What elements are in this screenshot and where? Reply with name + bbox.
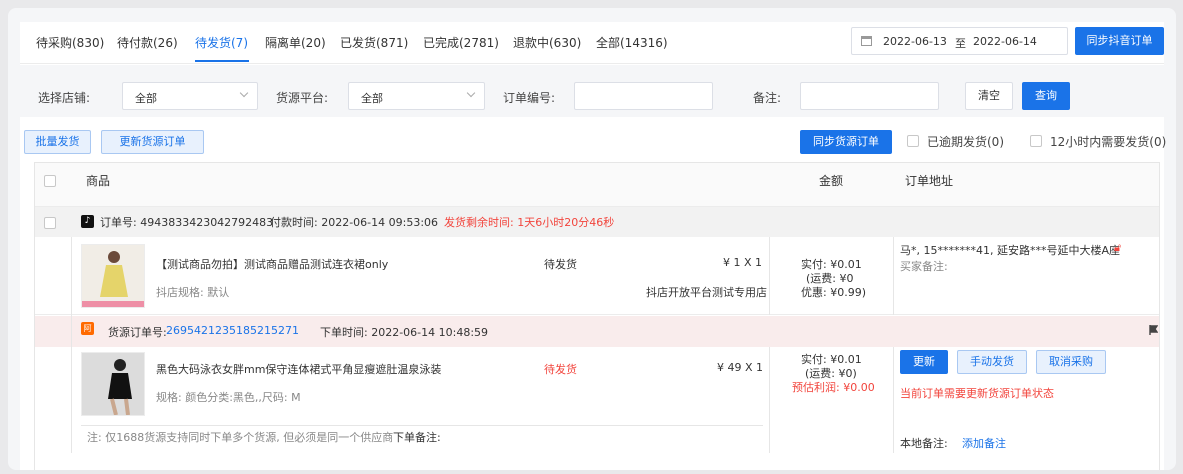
column-divider <box>769 347 770 453</box>
source-order-number[interactable]: 2695421235185215271 <box>166 324 299 337</box>
product-title[interactable]: 【测试商品勿拍】测试商品赠品测试连衣裙only <box>156 256 388 272</box>
product-spec: 抖店规格: 默认 <box>156 286 230 299</box>
source-order-label: 货源订单号: <box>108 326 167 339</box>
column-address: 订单地址 <box>905 174 954 188</box>
estimated-profit: 预估利润: ¥0.00 <box>792 381 875 394</box>
order-checkbox[interactable] <box>44 217 56 229</box>
table-header: 商品 金额 订单地址 <box>35 163 1159 207</box>
store-name: 抖店开放平台测试专用店 <box>646 286 767 299</box>
source-price-qty: ¥ 49 X 1 <box>717 361 764 374</box>
note-divider <box>81 425 763 426</box>
local-remark-label: 本地备注: <box>900 437 948 450</box>
date-separator: 至 <box>955 37 966 50</box>
lock-icon[interactable]: 🔓︎ <box>1114 241 1121 255</box>
platform-filter-label: 货源平台: <box>276 91 329 105</box>
date-start: 2022-06-13 <box>883 35 947 48</box>
flag-icon[interactable] <box>1149 325 1159 335</box>
order-no-input[interactable] <box>574 82 713 110</box>
product-thumbnail[interactable] <box>81 244 145 308</box>
active-tab-indicator <box>195 60 249 62</box>
column-divider <box>769 237 770 315</box>
source-note: 注: 仅1688货源支持同时下单多个货源, 但必须是同一个供应商 <box>87 431 394 444</box>
column-divider <box>893 237 894 315</box>
1688-logo-icon: 阿 <box>81 322 94 335</box>
update-warning: 当前订单需要更新货源订单状态 <box>900 387 1054 400</box>
douyin-logo-icon: ♪ <box>81 215 94 228</box>
order-number: 订单号: 4943833423042792483 <box>100 216 274 229</box>
query-button[interactable]: 查询 <box>1022 82 1070 110</box>
swimsuit-image <box>82 353 144 415</box>
pay-time: 付款时间: 2022-06-14 09:53:06 <box>270 216 439 229</box>
remark-label: 备注: <box>753 91 782 105</box>
within-12h-label: 12小时内需要发货(0) <box>1050 135 1167 149</box>
store-select[interactable]: 全部 <box>122 82 258 110</box>
overdue-label: 已逾期发货(0) <box>927 135 1004 149</box>
batch-ship-button[interactable]: 批量发货 <box>24 130 91 154</box>
chevron-down-icon <box>239 88 249 98</box>
source-product-spec: 规格: 颜色分类:黑色,,尺码: M <box>156 391 301 404</box>
remark-input[interactable] <box>800 82 939 110</box>
source-order-header-row: 阿 货源订单号: 2695421235185215271 下单时间: 2022-… <box>35 316 1159 347</box>
select-all-checkbox[interactable] <box>44 175 56 187</box>
tab-to-pay[interactable]: 待付款(26) <box>117 34 178 51</box>
column-divider <box>71 237 72 453</box>
app-frame: 待采购(830) 待付款(26) 待发货(7) 隔离单(20) 已发货(871)… <box>8 8 1176 470</box>
order-product-row: 【测试商品勿拍】测试商品赠品测试连衣裙only 抖店规格: 默认 待发货 ¥ 1… <box>35 237 1159 315</box>
date-end: 2022-06-14 <box>973 35 1037 48</box>
add-remark-link[interactable]: 添加备注 <box>962 435 1006 451</box>
within-12h-checkbox[interactable] <box>1030 135 1042 147</box>
order-remark-label: 下单备注: <box>393 431 441 444</box>
calendar-icon <box>861 36 872 46</box>
order-header-row: ♪ 订单号: 4943833423042792483 付款时间: 2022-06… <box>35 207 1159 237</box>
orders-table: 商品 金额 订单地址 ♪ 订单号: 4943833423042792483 付款… <box>34 162 1160 470</box>
buyer-remark: 买家备注: <box>900 260 948 273</box>
dress-image <box>82 245 144 307</box>
platform-select[interactable]: 全部 <box>348 82 485 110</box>
tab-refunding[interactable]: 退款中(630) <box>513 34 581 51</box>
source-product-title[interactable]: 黑色大码泳衣女胖mm保守连体裙式平角显瘦遮肚温泉泳装 <box>156 361 441 377</box>
source-order-time: 下单时间: 2022-06-14 10:48:59 <box>320 326 489 339</box>
store-filter-label: 选择店铺: <box>38 91 91 105</box>
column-amount: 金额 <box>819 174 844 188</box>
tab-shipped[interactable]: 已发货(871) <box>340 34 408 51</box>
discount-amount: 优惠: ¥0.99) <box>801 286 866 299</box>
update-button[interactable]: 更新 <box>900 350 948 374</box>
order-status-tabs: 待采购(830) 待付款(26) 待发货(7) 隔离单(20) 已发货(871)… <box>20 22 1164 64</box>
update-source-orders-button[interactable]: 更新货源订单 <box>101 130 204 154</box>
store-select-value: 全部 <box>135 92 157 105</box>
chevron-down-icon <box>466 88 476 98</box>
tab-to-purchase[interactable]: 待采购(830) <box>36 34 104 51</box>
overdue-checkbox[interactable] <box>907 135 919 147</box>
manual-ship-button[interactable]: 手动发货 <box>957 350 1027 374</box>
tab-to-ship[interactable]: 待发货(7) <box>195 34 248 51</box>
product-status: 待发货 <box>544 258 577 271</box>
platform-select-value: 全部 <box>361 92 383 105</box>
date-range-picker[interactable]: 2022-06-13 至 2022-06-14 <box>851 27 1068 55</box>
column-product: 商品 <box>86 174 111 188</box>
tab-isolated[interactable]: 隔离单(20) <box>265 34 326 51</box>
tab-all[interactable]: 全部(14316) <box>596 34 668 51</box>
sync-douyin-orders-button[interactable]: 同步抖音订单 <box>1075 27 1164 55</box>
clear-button[interactable]: 清空 <box>965 82 1013 110</box>
main-panel: 待采购(830) 待付款(26) 待发货(7) 隔离单(20) 已发货(871)… <box>8 22 1176 470</box>
sync-source-orders-button[interactable]: 同步货源订单 <box>800 130 892 154</box>
tab-completed[interactable]: 已完成(2781) <box>423 34 499 51</box>
source-product-thumbnail[interactable] <box>81 352 145 416</box>
product-price-qty: ¥ 1 X 1 <box>723 256 763 269</box>
source-product-row: 黑色大码泳衣女胖mm保守连体裙式平角显瘦遮肚温泉泳装 规格: 颜色分类:黑色,,… <box>35 347 1159 453</box>
order-no-label: 订单编号: <box>503 91 556 105</box>
shipping-address: 马*, 15*******41, 延安路***号延中大楼A座 <box>900 244 1121 257</box>
ship-remaining-time: 发货剩余时间: 1天6小时20分46秒 <box>444 216 615 229</box>
cancel-purchase-button[interactable]: 取消采购 <box>1036 350 1106 374</box>
column-divider <box>893 347 894 453</box>
source-product-status: 待发货 <box>544 363 577 376</box>
